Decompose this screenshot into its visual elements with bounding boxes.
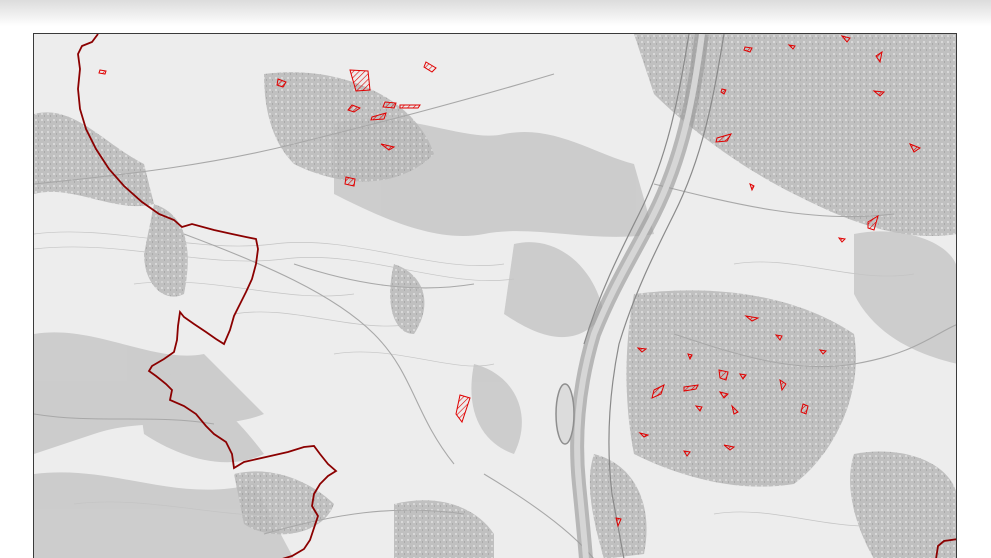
parcel	[98, 69, 107, 75]
parcel	[718, 369, 729, 381]
parcel	[344, 176, 356, 187]
map-canvas[interactable]	[34, 34, 957, 558]
parcel	[382, 101, 397, 109]
stadium-track	[555, 383, 575, 445]
parcel	[399, 104, 421, 109]
map-frame[interactable]	[33, 33, 957, 558]
window-top-bar	[0, 0, 991, 26]
